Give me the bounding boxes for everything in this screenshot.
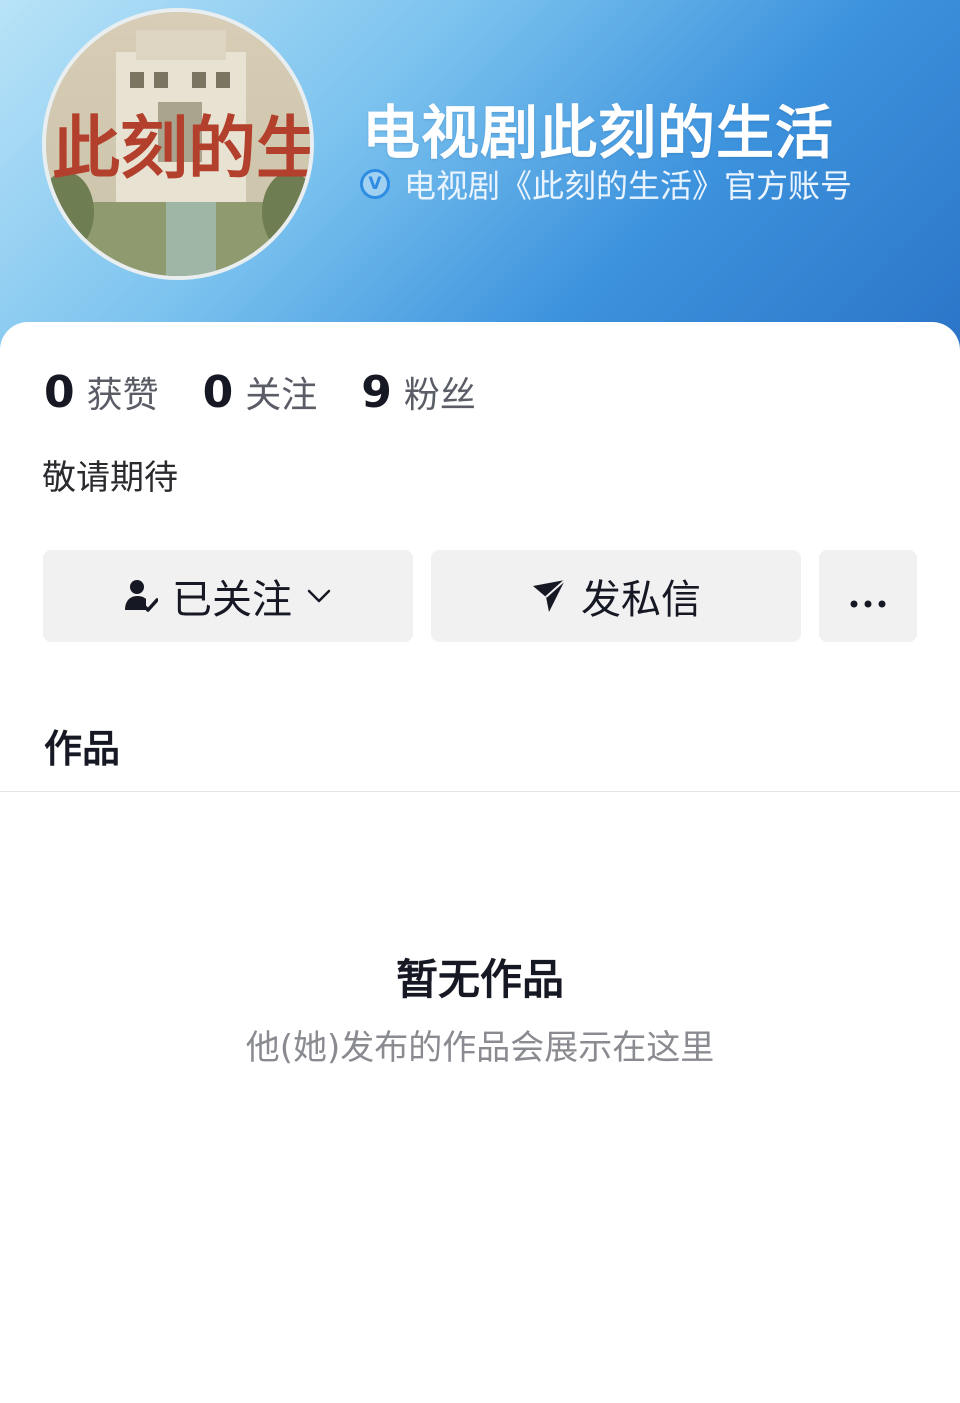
user-check-icon: [124, 578, 158, 614]
empty-state-subtitle: 他(她)发布的作品会展示在这里: [245, 1028, 715, 1068]
stat-followers-count: 9: [361, 367, 392, 418]
send-message-button[interactable]: 发私信: [431, 550, 801, 642]
more-options-button[interactable]: [819, 550, 917, 642]
avatar[interactable]: 此刻的生活: [42, 8, 314, 280]
profile-bio: 敬请期待: [42, 458, 178, 498]
stat-following-label: 关注: [245, 375, 318, 416]
stat-likes: 0 获赞: [44, 366, 159, 418]
stat-followers[interactable]: 9 粉丝: [361, 366, 476, 418]
send-message-label: 发私信: [581, 577, 701, 623]
stat-following[interactable]: 0 关注: [203, 366, 318, 418]
verification-row: V 电视剧《此刻的生活》官方账号: [360, 164, 853, 205]
verification-text: 电视剧《此刻的生活》官方账号: [404, 167, 853, 205]
tab-works[interactable]: 作品: [44, 718, 120, 773]
stats-row: 0 获赞 0 关注 9 粉丝: [44, 366, 520, 418]
divider: [0, 791, 960, 792]
avatar-title-text: 此刻的生活: [52, 109, 310, 189]
verified-v-icon: V: [360, 169, 390, 199]
profile-name: 电视剧此刻的生活: [362, 99, 835, 167]
avatar-image: 此刻的生活: [46, 12, 310, 276]
empty-state-title: 暂无作品: [395, 955, 564, 1004]
stat-likes-count: 0: [44, 367, 75, 418]
chevron-down-icon: [306, 588, 332, 604]
following-button[interactable]: 已关注: [43, 550, 413, 642]
stat-followers-label: 粉丝: [403, 375, 476, 416]
paper-plane-icon: [531, 578, 567, 614]
more-dots-icon: [849, 573, 887, 619]
stat-likes-label: 获赞: [86, 375, 159, 416]
stat-following-count: 0: [202, 367, 234, 418]
following-button-label: 已关注: [172, 577, 292, 623]
profile-card: 0 获赞 0 关注 9 粉丝 敬请期待 已关注 发私信 作品 暂无作品 他(她)…: [0, 322, 960, 1403]
